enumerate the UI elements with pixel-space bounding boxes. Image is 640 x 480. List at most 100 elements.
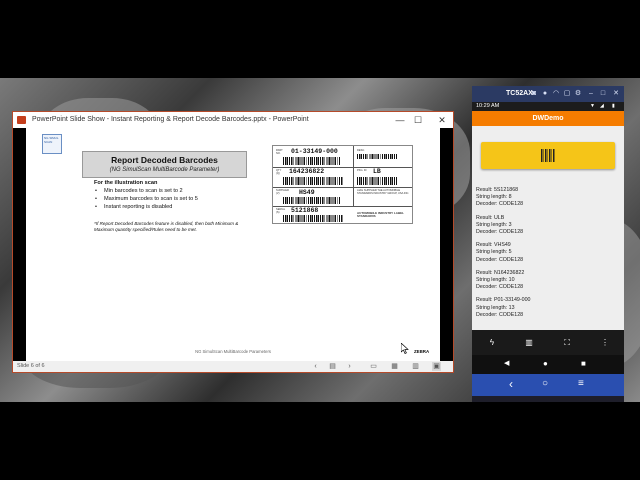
letterbox-top bbox=[0, 0, 640, 78]
result-length: String length: 8 bbox=[476, 194, 512, 201]
slide-title: Report Decoded Barcodes bbox=[111, 155, 218, 165]
normal-view-icon[interactable]: ▭ bbox=[369, 362, 378, 371]
result-decoder: Decoder: CODE128 bbox=[476, 229, 524, 236]
record-icon[interactable]: ● bbox=[541, 90, 549, 98]
settings-icon[interactable]: ⚙ bbox=[574, 90, 582, 98]
slide-show-area[interactable]: NG SIMUL SCAN Report Decoded Barcodes (N… bbox=[13, 128, 453, 361]
list-item: Result: N164236822 String length: 10 Dec… bbox=[476, 270, 620, 292]
scan-frame-icon[interactable]: ⛶ bbox=[561, 337, 573, 348]
barcode bbox=[283, 177, 343, 185]
label-footer: AUTOMOBILE INDUSTRY LABEL STANDARDS bbox=[357, 211, 404, 218]
label-code-4: HS49 bbox=[299, 189, 315, 196]
powerpoint-window: PowerPoint Slide Show - Instant Reportin… bbox=[12, 111, 454, 373]
phone-mirror-window: TC52AX ◙ ● ◠ ▢ ⚙ – □ ✕ 10:29 AM ▼ ◢ ▮ DW… bbox=[472, 86, 624, 402]
barcode bbox=[357, 154, 397, 159]
home-icon[interactable]: ○ bbox=[542, 378, 548, 389]
powerpoint-titlebar[interactable]: PowerPoint Slide Show - Instant Reportin… bbox=[13, 112, 453, 128]
phone-status-bar: 10:29 AM ▼ ◢ ▮ bbox=[472, 102, 624, 111]
slide-indicator: Slide 6 of 6 bbox=[17, 363, 45, 369]
close-button[interactable]: ✕ bbox=[435, 114, 449, 126]
barcode-icon[interactable]: ▥ bbox=[523, 337, 535, 348]
result-decoder: Decoder: CODE128 bbox=[476, 256, 524, 263]
android-nav-bar: ◀ ● ■ bbox=[472, 355, 624, 374]
barcode-icon bbox=[541, 149, 555, 162]
mouse-cursor-icon bbox=[401, 343, 409, 354]
bullet-item: Instant reporting is disabled bbox=[94, 204, 198, 210]
list-item: Result: 5S121868 String length: 8 Decode… bbox=[476, 187, 620, 209]
status-bar: Slide 6 of 6 ‹ ▤ › ▭ ▦ ▥ ▣ bbox=[13, 361, 453, 372]
status-time: 10:29 AM bbox=[476, 103, 500, 109]
result-length: String length: 13 bbox=[476, 304, 515, 311]
result-text: Result: 5S121868 bbox=[476, 187, 519, 193]
close-icon[interactable]: ✕ bbox=[612, 90, 620, 98]
sorter-view-icon[interactable]: ▦ bbox=[390, 362, 399, 371]
copy-icon[interactable]: ▢ bbox=[563, 90, 571, 98]
reading-view-icon[interactable]: ▥ bbox=[411, 362, 420, 371]
window-title: PowerPoint Slide Show - Instant Reportin… bbox=[32, 116, 309, 123]
app-bar: DWDemo bbox=[472, 111, 624, 126]
bullet-list: Min barcodes to scan is set to 2 Maximum… bbox=[94, 188, 198, 213]
list-item: Result: ULB String length: 3 Decoder: CO… bbox=[476, 215, 620, 237]
maximize-button[interactable]: ☐ bbox=[411, 114, 425, 126]
result-text: Result: P01-33149-000 bbox=[476, 297, 531, 304]
barcode bbox=[283, 197, 341, 204]
result-decoder: Decoder: CODE128 bbox=[476, 201, 524, 208]
result-decoder: Decoder: CODE128 bbox=[476, 284, 524, 291]
previous-slide-icon[interactable]: ‹ bbox=[311, 362, 320, 371]
barcode bbox=[283, 157, 341, 165]
label-supplier: AIAG SUPPLIER THE AUTOMOBILE STANDARDS I… bbox=[357, 189, 410, 195]
result-length: String length: 10 bbox=[476, 277, 515, 284]
device-name: TC52AX bbox=[506, 90, 533, 97]
headset-icon[interactable]: ◠ bbox=[552, 90, 560, 98]
phone-toolbar: ϟ ▥ ⛶ ⋮ bbox=[472, 330, 624, 355]
maximize-icon[interactable]: □ bbox=[599, 90, 607, 98]
slide-footer: NG SimulScan MultiBarcode Parameters bbox=[195, 349, 271, 354]
phone-titlebar[interactable]: TC52AX ◙ ● ◠ ▢ ⚙ – □ ✕ bbox=[472, 86, 624, 102]
label-code-3: LB bbox=[373, 168, 381, 175]
flash-icon[interactable]: ϟ bbox=[486, 337, 498, 348]
battery-icon: ▮ bbox=[612, 103, 615, 109]
label-code-2: 164236822 bbox=[289, 168, 325, 175]
list-item: Result: P01-33149-000 String length: 13 … bbox=[476, 297, 620, 319]
result-decoder: Decoder: CODE128 bbox=[476, 311, 524, 318]
results-list: Result: 5S121868 String length: 8 Decode… bbox=[476, 187, 620, 325]
label-code-1: 01-33149-000 bbox=[291, 148, 338, 155]
mirror-nav-bar: ‹ ○ ≡ bbox=[472, 374, 624, 396]
back-icon[interactable]: ‹ bbox=[509, 377, 513, 391]
menu-icon[interactable]: ≡ bbox=[578, 378, 584, 389]
wifi-icon: ▼ bbox=[590, 103, 595, 109]
back-icon[interactable]: ◀ bbox=[504, 359, 509, 367]
slideshow-view-icon[interactable]: ▣ bbox=[432, 362, 441, 371]
recents-icon[interactable]: ■ bbox=[581, 359, 586, 368]
slide-subtitle: (NG SimulScan MultiBarcode Parameter) bbox=[109, 167, 220, 173]
result-text: Result: VHS49 bbox=[476, 242, 511, 249]
result-length: String length: 5 bbox=[476, 249, 512, 256]
signal-icon: ◢ bbox=[600, 103, 604, 109]
barcode-label-image: PART NO. 01-33149-000 QTY (Q) 164236822 DE… bbox=[272, 145, 413, 224]
powerpoint-icon bbox=[17, 116, 26, 124]
slide-sorter-icon[interactable]: ▤ bbox=[328, 362, 337, 371]
camera-icon[interactable]: ◙ bbox=[530, 90, 538, 98]
slide-logo: NG SIMUL SCAN bbox=[42, 134, 62, 154]
slide-note: *If Report Decoded Barcodes feature is d… bbox=[94, 221, 239, 232]
result-text: Result: N164236822 bbox=[476, 269, 525, 276]
scan-heading: For the illustration scan bbox=[94, 180, 158, 186]
minimize-button[interactable]: — bbox=[393, 114, 407, 126]
home-icon[interactable]: ● bbox=[543, 359, 548, 368]
next-slide-icon[interactable]: › bbox=[345, 362, 354, 371]
letterbox-bottom bbox=[0, 402, 640, 480]
slide-title-box: Report Decoded Barcodes (NG SimulScan Mu… bbox=[82, 151, 247, 178]
minimize-icon[interactable]: – bbox=[587, 90, 595, 98]
result-text: Result: ULB bbox=[476, 214, 505, 221]
screen: PowerPoint Slide Show - Instant Reportin… bbox=[0, 0, 640, 480]
list-item: Result: VHS49 String length: 5 Decoder: … bbox=[476, 242, 620, 264]
bullet-item: Maximum barcodes to scan is set to 5 bbox=[94, 196, 198, 202]
result-length: String length: 3 bbox=[476, 221, 512, 228]
app-body: Result: 5S121868 String length: 8 Decode… bbox=[472, 126, 624, 330]
scan-button[interactable] bbox=[481, 142, 615, 169]
barcode bbox=[357, 177, 397, 185]
slide[interactable]: NG SIMUL SCAN Report Decoded Barcodes (N… bbox=[26, 128, 440, 361]
bullet-item: Min barcodes to scan is set to 2 bbox=[94, 188, 198, 194]
barcode bbox=[283, 215, 343, 222]
more-icon[interactable]: ⋮ bbox=[599, 337, 611, 348]
